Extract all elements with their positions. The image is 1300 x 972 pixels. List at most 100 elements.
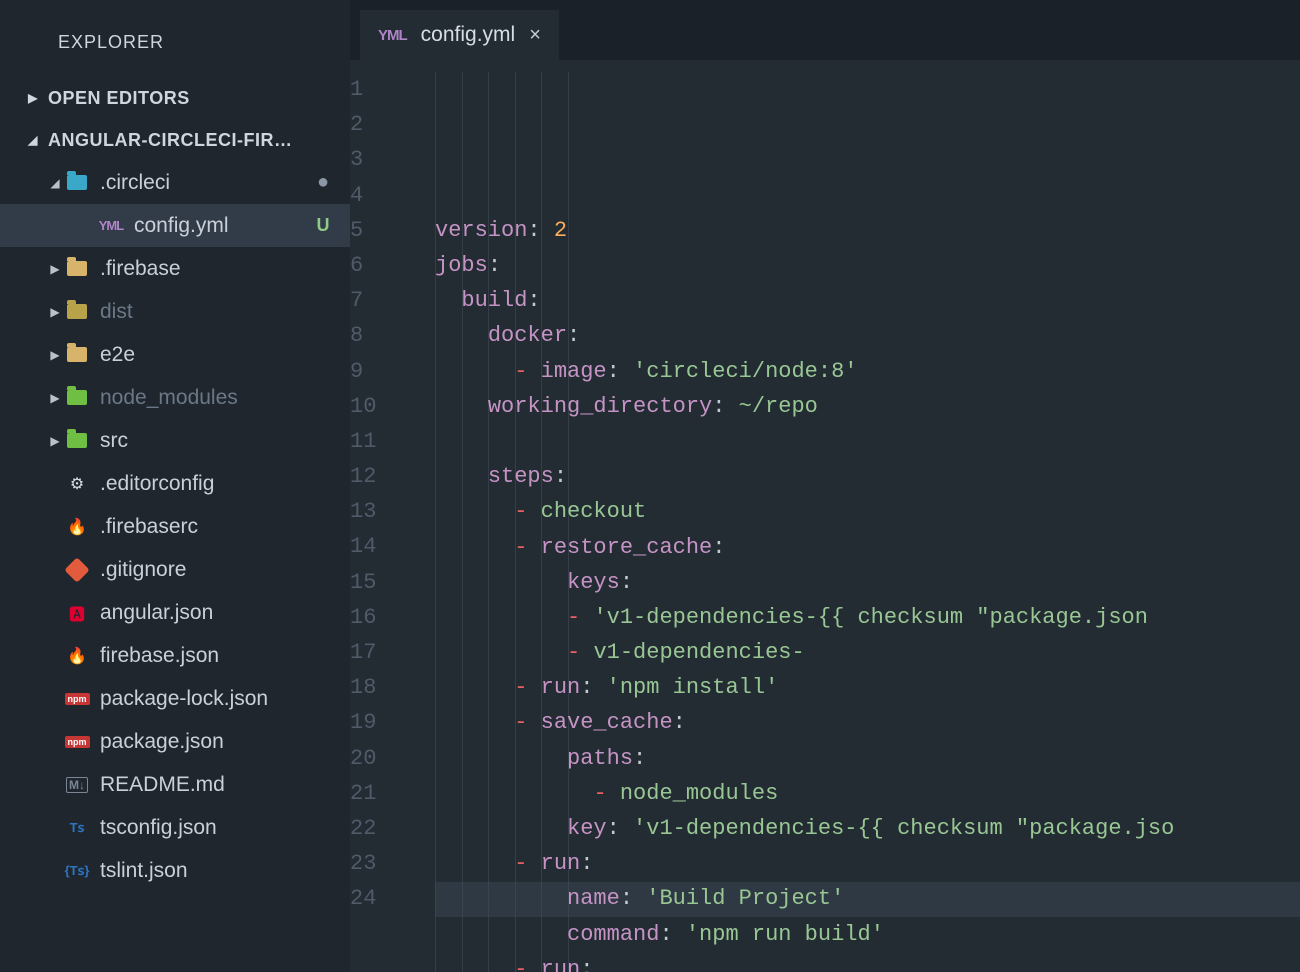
project-section[interactable]: ◢ ANGULAR-CIRCLECI-FIR… [0, 119, 350, 161]
file--gitignore[interactable]: .gitignore [0, 548, 350, 591]
code-line[interactable]: - restore_cache: [435, 530, 1300, 565]
tree-item-label: README.md [100, 773, 314, 797]
tree-item-label: .firebase [100, 257, 314, 281]
folder-src[interactable]: ▶ src [0, 419, 350, 462]
tree-item-label: angular.json [100, 601, 314, 625]
code-content: version: 2jobs: build: docker: - image: … [435, 72, 1300, 972]
untracked-badge: U [314, 215, 332, 236]
line-number: 12 [350, 459, 410, 494]
file-tree: ◢ .circleci● YMLconfig.ymlU ▶ .firebase ▶dist… [0, 161, 350, 892]
file-readme-md[interactable]: M↓ README.md [0, 763, 350, 806]
editor-area: YML config.yml × 12345678910111213141516… [350, 0, 1300, 972]
md-icon: M↓ [64, 772, 90, 798]
folder-ygrey-icon [64, 299, 90, 325]
line-number: 9 [350, 354, 410, 389]
file-package-json[interactable]: npm package.json [0, 720, 350, 763]
tab-config-yml[interactable]: YML config.yml × [360, 10, 559, 60]
tab-bar: YML config.yml × [350, 0, 1300, 60]
code-line[interactable]: jobs: [435, 248, 1300, 283]
fire-icon: 🔥 [64, 643, 90, 669]
npm-icon: npm [64, 729, 90, 755]
code-line[interactable]: paths: [435, 741, 1300, 776]
file--editorconfig[interactable]: ⚙.editorconfig [0, 462, 350, 505]
tree-item-label: src [100, 429, 314, 453]
code-line[interactable]: - node_modules [435, 776, 1300, 811]
code-line[interactable]: version: 2 [435, 213, 1300, 248]
code-line[interactable]: - 'v1-dependencies-{{ checksum "package.… [435, 600, 1300, 635]
line-number: 17 [350, 635, 410, 670]
chevron-right-icon: ▶ [46, 434, 64, 448]
folder-e2e[interactable]: ▶e2e [0, 333, 350, 376]
yaml-icon: YML [378, 27, 407, 44]
code-line[interactable]: - save_cache: [435, 705, 1300, 740]
line-number: 3 [350, 142, 410, 177]
code-line[interactable]: working_directory: ~/repo [435, 389, 1300, 424]
tree-item-label: tslint.json [100, 859, 314, 883]
folder-teal-icon [64, 170, 90, 196]
code-line[interactable] [435, 424, 1300, 459]
chevron-right-icon: ▶ [46, 262, 64, 276]
line-number: 16 [350, 600, 410, 635]
angular-icon: 🅰 [64, 600, 90, 626]
line-number: 14 [350, 529, 410, 564]
file-config-yml[interactable]: YMLconfig.ymlU [0, 204, 350, 247]
code-line[interactable]: - run: 'npm install' [435, 670, 1300, 705]
file-tslint-json[interactable]: {Tꜱ}tslint.json [0, 849, 350, 892]
explorer-sidebar: EXPLORER ▶ OPEN EDITORS ◢ ANGULAR-CIRCLE… [0, 0, 350, 972]
code-line[interactable]: command: 'npm run build' [435, 917, 1300, 952]
chevron-right-icon: ▶ [46, 305, 64, 319]
folder--circleci[interactable]: ◢ .circleci● [0, 161, 350, 204]
line-number: 6 [350, 248, 410, 283]
tree-item-label: package.json [100, 730, 314, 754]
file-package-lock-json[interactable]: npmpackage-lock.json [0, 677, 350, 720]
explorer-title: EXPLORER [0, 20, 350, 77]
line-number: 24 [350, 881, 410, 916]
open-editors-section[interactable]: ▶ OPEN EDITORS [0, 77, 350, 119]
chevron-right-icon: ▶ [46, 391, 64, 405]
code-line[interactable]: steps: [435, 459, 1300, 494]
yaml-icon: YML [98, 213, 124, 239]
folder-node-modules[interactable]: ▶ node_modules [0, 376, 350, 419]
chevron-down-icon: ◢ [46, 176, 64, 190]
line-number: 19 [350, 705, 410, 740]
line-number: 7 [350, 283, 410, 318]
code-line[interactable]: - run: [435, 846, 1300, 881]
line-number: 23 [350, 846, 410, 881]
file--firebaserc[interactable]: 🔥.firebaserc [0, 505, 350, 548]
file-angular-json[interactable]: 🅰angular.json [0, 591, 350, 634]
code-line[interactable]: - v1-dependencies- [435, 635, 1300, 670]
line-number: 8 [350, 318, 410, 353]
ts-icon: Tꜱ [64, 815, 90, 841]
line-number: 11 [350, 424, 410, 459]
folder--firebase[interactable]: ▶ .firebase [0, 247, 350, 290]
code-line[interactable]: - run: [435, 952, 1300, 972]
folder-dist[interactable]: ▶dist [0, 290, 350, 333]
code-line[interactable]: - checkout [435, 494, 1300, 529]
code-line[interactable]: keys: [435, 565, 1300, 600]
code-line[interactable]: docker: [435, 318, 1300, 353]
code-line[interactable]: name: 'Build Project' [435, 881, 1300, 916]
line-number: 1 [350, 72, 410, 107]
line-number: 22 [350, 811, 410, 846]
code-line[interactable]: build: [435, 283, 1300, 318]
line-number: 18 [350, 670, 410, 705]
tree-item-label: node_modules [100, 386, 314, 410]
code-line[interactable]: key: 'v1-dependencies-{{ checksum "packa… [435, 811, 1300, 846]
code-editor[interactable]: 123456789101112131415161718192021222324 … [350, 60, 1300, 972]
file-tsconfig-json[interactable]: Tꜱtsconfig.json [0, 806, 350, 849]
tree-item-label: .circleci [100, 171, 314, 195]
tree-item-label: .editorconfig [100, 472, 314, 496]
close-icon[interactable]: × [529, 24, 541, 47]
line-number-gutter: 123456789101112131415161718192021222324 [350, 72, 435, 972]
file-firebase-json[interactable]: 🔥firebase.json [0, 634, 350, 677]
open-editors-label: OPEN EDITORS [48, 88, 340, 109]
line-number: 13 [350, 494, 410, 529]
tree-item-label: .gitignore [100, 558, 314, 582]
npm-icon: npm [64, 686, 90, 712]
folder-icon [64, 342, 90, 368]
modified-dot-icon: ● [314, 171, 332, 194]
project-label: ANGULAR-CIRCLECI-FIR… [48, 130, 340, 151]
folder-green-icon [64, 428, 90, 454]
code-line[interactable]: - image: 'circleci/node:8' [435, 354, 1300, 389]
tree-item-label: .firebaserc [100, 515, 314, 539]
